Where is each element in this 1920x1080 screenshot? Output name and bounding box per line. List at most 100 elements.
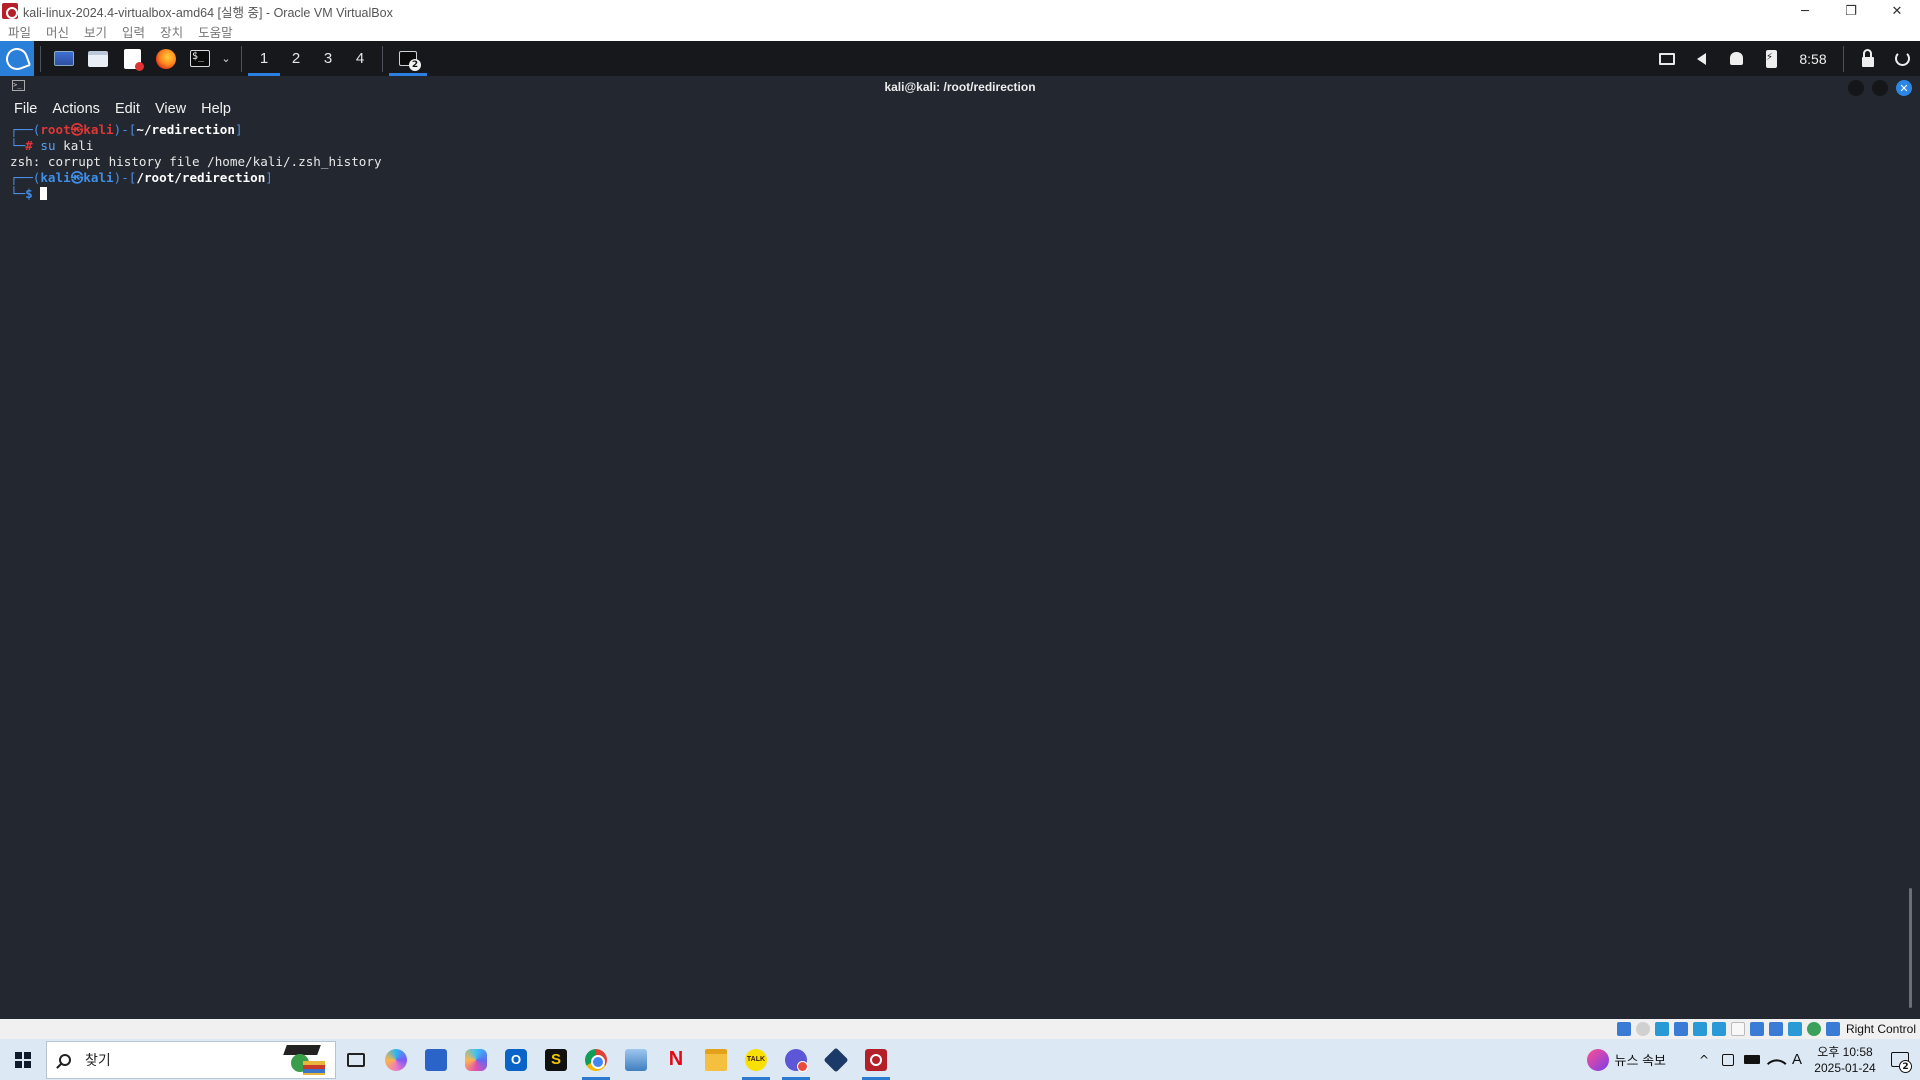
- network-icon[interactable]: [1673, 1022, 1688, 1036]
- menu-machine[interactable]: 머신: [46, 22, 69, 41]
- menu-view[interactable]: 보기: [84, 22, 107, 41]
- taskbar-app-kakaotalk[interactable]: TALK: [736, 1039, 776, 1080]
- notification-center-button[interactable]: 2: [1880, 1039, 1920, 1080]
- menu-devices[interactable]: 장치: [160, 22, 183, 41]
- virtualbox-statusbar: Right Control: [0, 1019, 1920, 1039]
- taskbar-app-chrome[interactable]: [576, 1039, 616, 1080]
- virtualization-icon[interactable]: [1787, 1022, 1802, 1036]
- optical-drive-icon[interactable]: [1635, 1022, 1650, 1036]
- taskbar-app-virtualbox[interactable]: [816, 1039, 856, 1080]
- cpu-icon[interactable]: [1768, 1022, 1783, 1036]
- file-manager-launcher[interactable]: [81, 41, 115, 76]
- workspace-1[interactable]: 1: [248, 41, 280, 76]
- logout-button[interactable]: [1885, 41, 1920, 76]
- taskbar-app-task-view[interactable]: [336, 1039, 376, 1080]
- panel-clock[interactable]: 8:58: [1789, 51, 1837, 67]
- audio-icon[interactable]: [1654, 1022, 1669, 1036]
- kali-menu-button[interactable]: [0, 41, 34, 76]
- menu-input[interactable]: 입력: [122, 22, 145, 41]
- terminal-titlebar: >_ kali@kali: /root/redirection ✕: [0, 76, 1920, 98]
- prompt-end: ]: [265, 170, 273, 185]
- terminal-window-icon: >_: [12, 80, 25, 91]
- prompt-at: ㉿: [70, 170, 84, 185]
- firefox-launcher[interactable]: [149, 41, 183, 76]
- show-hidden-icons-button[interactable]: ^: [1692, 1039, 1716, 1080]
- workspace-4[interactable]: 4: [344, 41, 376, 76]
- virtualbox-vm-icon: [2, 3, 18, 19]
- minimize-button[interactable]: ─: [1782, 0, 1828, 22]
- close-button[interactable]: ✕: [1874, 0, 1920, 22]
- virtualbox-icon: [823, 1047, 849, 1072]
- taskbar-app-photos[interactable]: [616, 1039, 656, 1080]
- meet-now-tray[interactable]: [1716, 1039, 1740, 1080]
- network-tray[interactable]: [1764, 1039, 1788, 1080]
- taskbar-app-virtualbox-vm[interactable]: [856, 1039, 896, 1080]
- task-view-icon: [347, 1052, 365, 1067]
- taskbar-app-outlook[interactable]: O: [496, 1039, 536, 1080]
- taskbar-app-netflix[interactable]: N: [656, 1039, 696, 1080]
- terminal-minimize-button[interactable]: [1848, 80, 1864, 96]
- usb-icon[interactable]: [1692, 1022, 1707, 1036]
- prompt-corner: ┌──(: [10, 170, 41, 185]
- prompt-user: root: [40, 122, 71, 137]
- s-app-icon: S: [545, 1048, 567, 1071]
- taskbar-app-s[interactable]: S: [536, 1039, 576, 1080]
- input-method-indicator[interactable]: A: [1792, 1051, 1802, 1068]
- lock-icon: [1861, 48, 1874, 67]
- text-editor-launcher[interactable]: [115, 41, 149, 76]
- launcher-dropdown[interactable]: ⌄: [217, 41, 235, 76]
- window-controls: ─ ❐ ✕: [1782, 0, 1920, 22]
- taskbar-app-explorer[interactable]: [696, 1039, 736, 1080]
- copilot-icon: [385, 1048, 407, 1071]
- menu-file[interactable]: 파일: [8, 22, 31, 41]
- terminal-output[interactable]: ┌──(root㉿kali)-[~/redirection] └─# su ka…: [0, 120, 1920, 1019]
- terminal-menu-actions[interactable]: Actions: [52, 101, 100, 117]
- show-desktop-launcher[interactable]: [47, 41, 81, 76]
- clock-time: 오후 10:58: [1817, 1044, 1873, 1059]
- prompt-host: kali: [83, 122, 114, 137]
- terminal-launcher[interactable]: $_: [183, 41, 217, 76]
- notification-count: 2: [1899, 1060, 1912, 1073]
- terminal-menu-help[interactable]: Help: [201, 101, 231, 117]
- battery-tray[interactable]: [1740, 1039, 1764, 1080]
- taskbar-app-m365[interactable]: [456, 1039, 496, 1080]
- virtualbox-menubar: 파일 머신 보기 입력 장치 도움말: [0, 22, 1920, 41]
- recording-icon[interactable]: [1749, 1022, 1764, 1036]
- terminal-menu-view[interactable]: View: [155, 101, 186, 117]
- mouse-integration-icon[interactable]: [1806, 1022, 1821, 1036]
- shared-folders-icon[interactable]: [1711, 1022, 1726, 1036]
- news-widget-icon[interactable]: [1586, 1048, 1609, 1071]
- power-manager-tray[interactable]: [1754, 41, 1789, 76]
- terminal-scrollbar[interactable]: [1909, 888, 1912, 1008]
- prompt-mid: )-[: [113, 170, 137, 185]
- prompt-corner: └─: [10, 186, 26, 201]
- window-title: kali-linux-2024.4-virtualbox-amd64 [실행 중…: [23, 5, 393, 20]
- taskbar-app-copilot[interactable]: [376, 1039, 416, 1080]
- taskbar-search-box[interactable]: 찾기: [46, 1040, 336, 1079]
- taskbar-terminal-window[interactable]: 2: [389, 41, 427, 76]
- menu-help[interactable]: 도움말: [198, 22, 233, 41]
- workspace-3[interactable]: 3: [312, 41, 344, 76]
- folder-icon: [705, 1048, 727, 1071]
- taskbar-app-chat[interactable]: [776, 1039, 816, 1080]
- start-button[interactable]: [0, 1039, 46, 1080]
- firefox-icon: [156, 48, 176, 69]
- terminal-maximize-button[interactable]: [1872, 80, 1888, 96]
- display-icon[interactable]: [1730, 1022, 1745, 1036]
- kali-system-tray: 8:58: [1649, 41, 1920, 76]
- restore-button[interactable]: ❐: [1828, 0, 1874, 22]
- news-widget-text[interactable]: 뉴스 속보: [1615, 1050, 1666, 1069]
- notifications-tray[interactable]: [1719, 41, 1754, 76]
- host-key-label: Right Control: [1845, 1022, 1916, 1036]
- taskbar-app-store[interactable]: [416, 1039, 456, 1080]
- taskbar-clock[interactable]: 오후 10:58 2025-01-24: [1810, 1044, 1880, 1076]
- volume-tray[interactable]: [1684, 41, 1719, 76]
- workspace-2[interactable]: 2: [280, 41, 312, 76]
- keyboard-capture-icon[interactable]: [1825, 1022, 1840, 1036]
- display-tray[interactable]: [1649, 41, 1684, 76]
- lock-screen-button[interactable]: [1850, 41, 1885, 76]
- terminal-menu-edit[interactable]: Edit: [115, 101, 140, 117]
- terminal-menu-file[interactable]: File: [14, 101, 37, 117]
- terminal-close-button[interactable]: ✕: [1896, 80, 1912, 96]
- hard-disk-icon[interactable]: [1616, 1022, 1631, 1036]
